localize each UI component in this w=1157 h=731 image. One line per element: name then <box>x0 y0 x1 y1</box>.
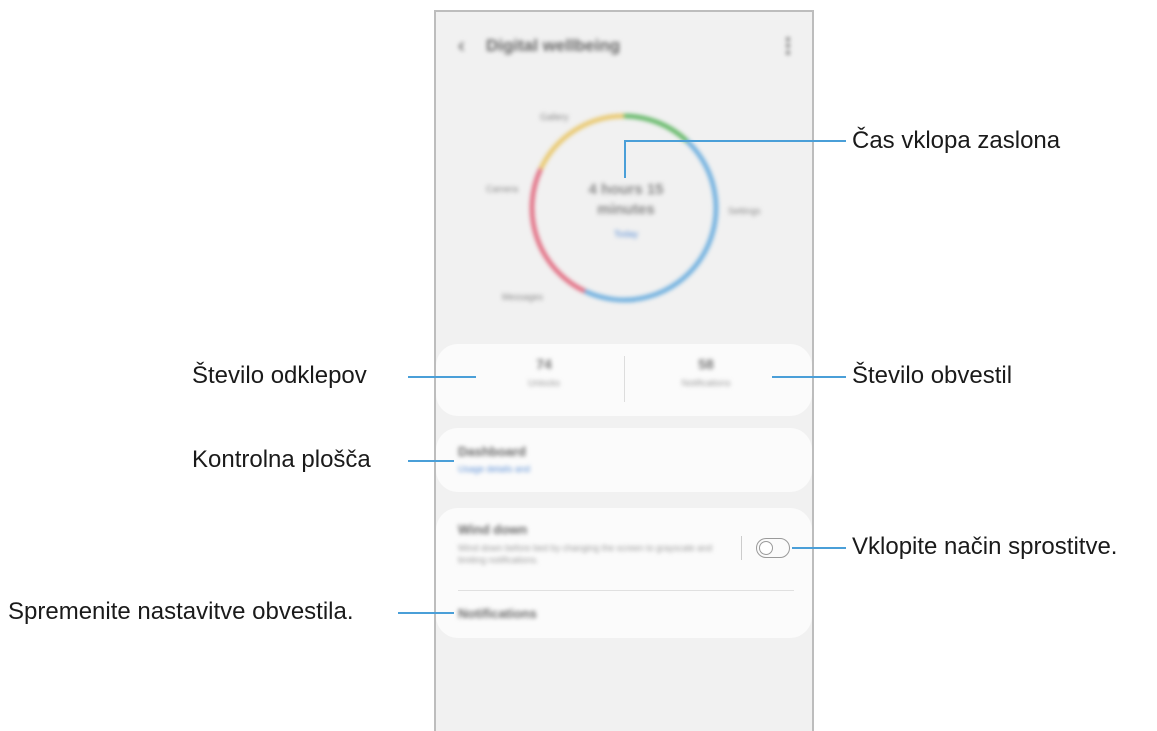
notifications-stat[interactable]: 58 Notifications <box>626 356 786 388</box>
dashboard-card[interactable]: Dashboard Usage details and <box>436 428 812 492</box>
callout-notifications: Število obvestil <box>852 362 1013 389</box>
divider <box>624 356 625 402</box>
toggle-knob <box>759 540 773 555</box>
unlocks-label: Unlocks <box>527 378 560 388</box>
leader-line <box>408 376 476 378</box>
unlocks-stat[interactable]: 74 Unlocks <box>464 356 624 388</box>
leader-line <box>398 612 454 614</box>
category-label: Camera <box>486 184 519 194</box>
ring-segment <box>538 114 625 170</box>
screen-time-total: 4 hours 15 minutes <box>546 180 706 220</box>
callout-screen-time: Čas vklopa zaslona <box>852 127 1061 154</box>
leader-line <box>624 140 626 178</box>
category-label: Messages <box>502 292 544 302</box>
unlocks-value: 74 <box>536 356 552 372</box>
app-bar: ‹ Digital wellbeing ⋮ <box>436 12 812 82</box>
screen-time-subtitle: Today <box>613 229 639 239</box>
leader-line <box>624 140 846 142</box>
notifications-setting[interactable]: Notifications <box>458 606 537 621</box>
callout-unlocks: Število odklepov <box>192 362 367 389</box>
callout-change-notifications: Spremenite nastavitve obvestila. <box>8 598 354 625</box>
dashboard-title: Dashboard <box>458 444 526 459</box>
callout-wind-down: Vklopite način sprostitve. <box>852 533 1118 560</box>
wind-down-description: Wind down before bed by changing the scr… <box>458 543 713 565</box>
leader-line <box>792 547 846 549</box>
dashboard-link[interactable]: Usage details and <box>458 464 530 474</box>
notifications-label: Notifications <box>681 378 731 388</box>
chevron-left-icon[interactable]: ‹ <box>458 34 478 58</box>
more-vertical-icon[interactable]: ⋮ <box>778 34 798 58</box>
ring-segment <box>623 114 689 143</box>
stats-card: 74 Unlocks 58 Notifications <box>436 344 812 416</box>
phone-screen: ‹ Digital wellbeing ⋮ Gallery Camera Set… <box>434 10 814 731</box>
category-label: Gallery <box>540 112 569 122</box>
screen-time-line1: 4 hours 15 <box>588 181 664 198</box>
wind-down-card: Wind down Wind down before bed by changi… <box>436 508 812 638</box>
leader-line <box>408 460 454 462</box>
wind-down-toggle[interactable] <box>756 538 790 558</box>
wind-down-title[interactable]: Wind down <box>458 522 527 537</box>
notifications-value: 58 <box>698 356 714 372</box>
leader-line <box>772 376 846 378</box>
toggle-separator <box>741 536 742 560</box>
ring-segment <box>583 139 718 302</box>
screen-time-line2: minutes <box>597 201 655 218</box>
app-title: Digital wellbeing <box>486 36 621 55</box>
usage-chart[interactable]: Gallery Camera Settings Messages 4 hours… <box>436 92 812 332</box>
category-label: Settings <box>728 206 761 216</box>
callout-dashboard: Kontrolna plošča <box>192 446 371 473</box>
divider <box>458 590 794 591</box>
